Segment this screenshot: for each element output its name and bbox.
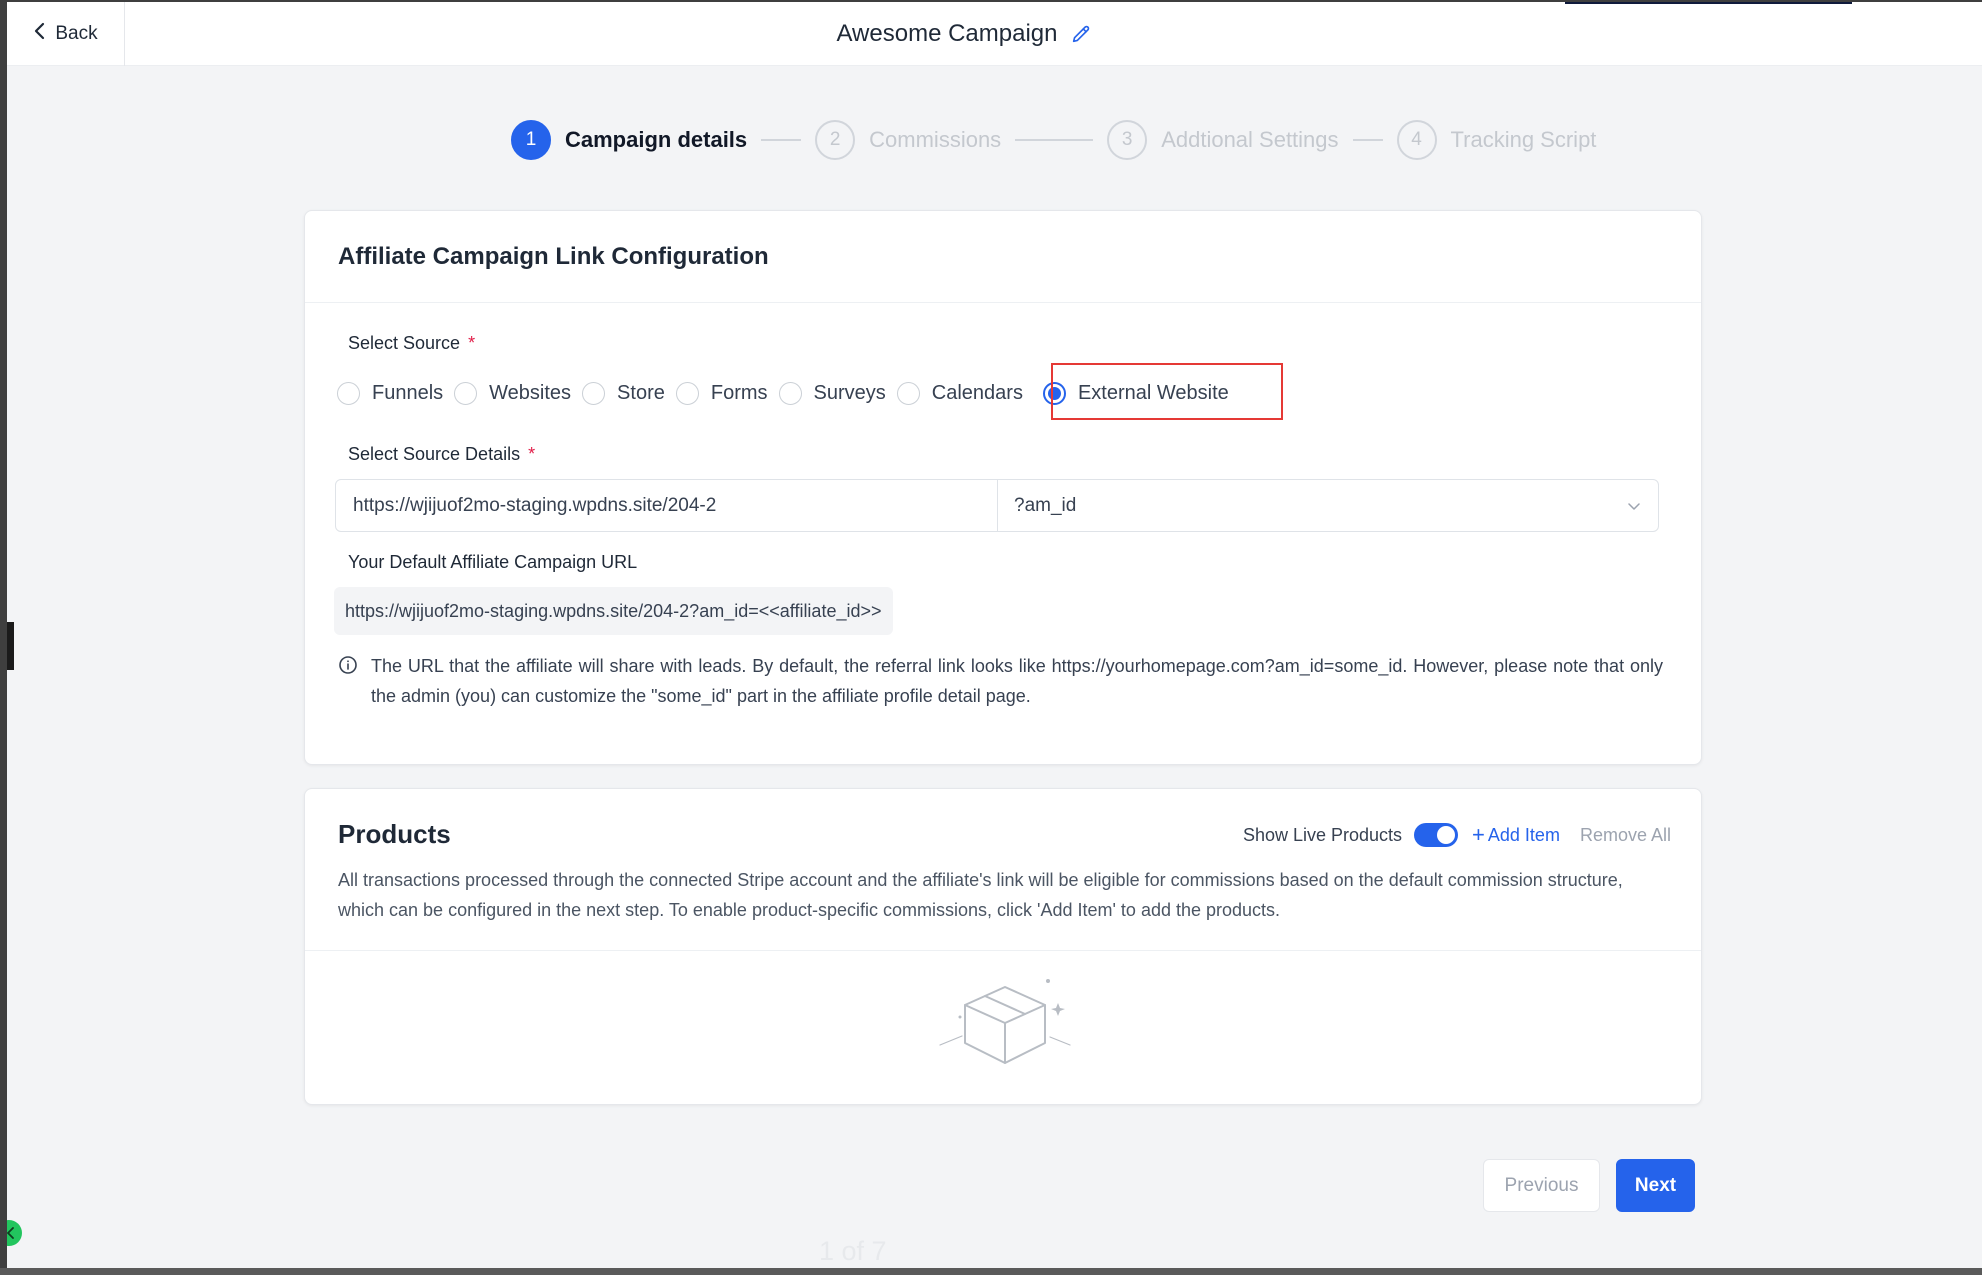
radio-surveys[interactable]: Surveys	[778, 381, 886, 405]
label-text: Select Source	[348, 333, 461, 353]
chevron-left-icon	[7, 1227, 16, 1239]
step-connector	[761, 139, 802, 141]
step-tracking-script[interactable]: 4 Tracking Script	[1396, 120, 1597, 160]
products-description: All transactions processed through the c…	[338, 870, 1623, 920]
radio-circle[interactable]	[454, 381, 478, 405]
add-item-button[interactable]: + Add Item	[1472, 822, 1560, 847]
highlight-annotation	[1051, 363, 1283, 420]
step-campaign-details[interactable]: 1 Campaign details	[511, 120, 747, 160]
label-text: Select Source Details	[348, 444, 521, 464]
source-url-input[interactable]	[336, 480, 998, 531]
radio-circle[interactable]	[675, 381, 699, 405]
box-icon	[930, 973, 1080, 1078]
step-label: Campaign details	[565, 127, 748, 152]
top-header: Awesome Campaign Back	[7, 2, 1982, 66]
bottom-bar	[0, 1268, 1982, 1275]
step-connector	[1015, 139, 1094, 141]
page-indicator: 1 of 7	[819, 1236, 887, 1266]
info-text: The URL that the affiliate will share wi…	[371, 656, 1663, 706]
previous-button[interactable]: Previous	[1483, 1159, 1600, 1212]
radio-label: Surveys	[813, 381, 886, 404]
back-label: Back	[55, 23, 98, 44]
products-title: Products	[338, 819, 451, 849]
radio-calendars[interactable]: Calendars	[896, 381, 1023, 405]
show-live-products-label: Show Live Products	[1242, 824, 1403, 845]
default-url-label: Your Default Affiliate Campaign URL	[348, 552, 638, 572]
left-edge-marker	[7, 622, 14, 670]
required-mark: *	[528, 444, 536, 464]
radio-circle[interactable]	[778, 381, 802, 405]
add-item-label: Add Item	[1487, 824, 1560, 845]
card-title: Affiliate Campaign Link Configuration	[338, 242, 769, 270]
chevron-left-icon	[33, 22, 47, 46]
products-divider	[305, 950, 1701, 951]
back-button[interactable]: Back	[7, 2, 125, 66]
step-additional-settings[interactable]: 3 Addtional Settings	[1107, 120, 1339, 160]
collapse-handle[interactable]	[7, 1220, 22, 1246]
required-mark: *	[468, 333, 476, 353]
radio-label: Calendars	[931, 381, 1023, 404]
info-icon	[338, 651, 358, 711]
step-commissions[interactable]: 2 Commissions	[815, 120, 1001, 160]
app-window: Awesome Campaign Back 1 Campaign details…	[7, 2, 1982, 1268]
radio-circle[interactable]	[337, 381, 360, 405]
next-button[interactable]: Next	[1616, 1159, 1695, 1212]
radio-websites[interactable]: Websites	[454, 381, 572, 405]
step-label: Addtional Settings	[1161, 127, 1339, 152]
show-live-products-toggle[interactable]	[1414, 823, 1459, 847]
radio-label: Store	[617, 381, 665, 404]
remove-all-button[interactable]: Remove All	[1580, 825, 1671, 846]
info-note: The URL that the affiliate will share wi…	[338, 651, 1663, 711]
radio-funnels[interactable]: Funnels	[337, 381, 444, 405]
step-number: 4	[1396, 120, 1437, 160]
chevron-down-icon	[1626, 498, 1642, 514]
card-header: Affiliate Campaign Link Configuration	[305, 211, 1701, 303]
radio-forms[interactable]: Forms	[675, 381, 768, 405]
stepper: 1 Campaign details 2 Commissions 3 Addti…	[511, 118, 1596, 162]
step-label: Commissions	[869, 127, 1002, 152]
radio-store[interactable]: Store	[582, 381, 665, 405]
products-controls: Show Live Products + Add Item Remove All	[1243, 823, 1671, 847]
header-title-group: Awesome Campaign	[7, 2, 1957, 66]
radio-label: Funnels	[372, 381, 444, 404]
radio-label: Websites	[489, 381, 572, 404]
campaign-title: Awesome Campaign	[836, 20, 1058, 47]
source-details-field: ?am_id	[335, 479, 1659, 532]
step-connector	[1352, 139, 1383, 141]
step-label: Tracking Script	[1450, 127, 1597, 152]
radio-circle[interactable]	[582, 381, 606, 405]
step-number: 2	[815, 120, 856, 160]
default-url-value: https://wjijuof2mo-staging.wpdns.site/20…	[334, 587, 893, 635]
param-select[interactable]: ?am_id	[998, 480, 1658, 531]
pencil-icon[interactable]	[1070, 23, 1092, 45]
step-number: 1	[511, 120, 551, 160]
select-source-label: Select Source *	[348, 333, 475, 354]
radio-label: Forms	[710, 381, 768, 404]
radio-circle[interactable]	[896, 381, 920, 405]
param-select-value: ?am_id	[1014, 494, 1077, 516]
products-card: Products Show Live Products + Add Item R…	[304, 788, 1702, 1105]
plus-icon: +	[1472, 822, 1485, 847]
source-details-label: Select Source Details *	[348, 444, 535, 465]
step-number: 3	[1107, 120, 1148, 160]
link-configuration-card: Affiliate Campaign Link Configuration Se…	[304, 210, 1702, 765]
